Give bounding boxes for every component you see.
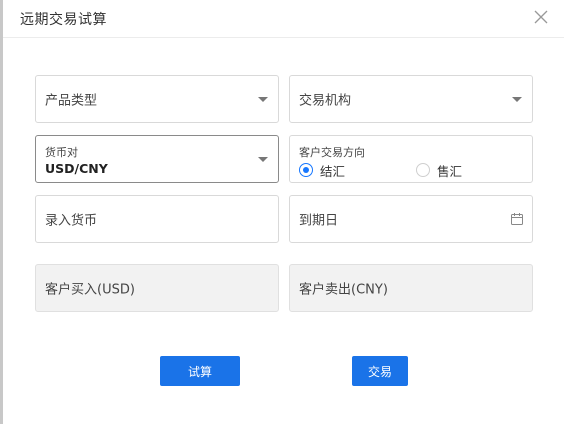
maturity-date-picker[interactable]: 到期日 xyxy=(289,195,533,243)
customer-sell-placeholder: 客户卖出(CNY) xyxy=(299,282,388,298)
radio-checked-icon xyxy=(299,163,313,177)
dialog-header: 远期交易试算 xyxy=(3,0,564,38)
trading-institution-placeholder: 交易机构 xyxy=(299,93,352,109)
customer-buy-field: 客户买入(USD) xyxy=(35,264,279,312)
radio-sale-label: 售汇 xyxy=(437,163,463,179)
close-icon[interactable] xyxy=(534,10,548,24)
chevron-down-icon xyxy=(512,97,522,102)
direction-radio-group: 客户交易方向 结汇 售汇 xyxy=(289,135,533,183)
trading-institution-select[interactable]: 交易机构 xyxy=(289,75,533,123)
customer-buy-placeholder: 客户买入(USD) xyxy=(45,282,135,298)
radio-sale[interactable]: 售汇 xyxy=(416,162,463,179)
dialog-title: 远期交易试算 xyxy=(20,12,107,28)
currency-pair-select[interactable]: 货币对 USD/CNY xyxy=(35,135,279,183)
input-currency-field[interactable]: 录入货币 xyxy=(35,195,279,243)
customer-sell-field: 客户卖出(CNY) xyxy=(289,264,533,312)
chevron-down-icon xyxy=(258,157,268,162)
radio-unchecked-icon xyxy=(416,163,430,177)
radio-settlement[interactable]: 结汇 xyxy=(299,162,346,179)
product-type-select[interactable]: 产品类型 xyxy=(35,75,279,123)
chevron-down-icon xyxy=(258,97,268,102)
currency-pair-value: USD/CNY xyxy=(45,161,108,176)
maturity-date-placeholder: 到期日 xyxy=(299,213,339,229)
radio-settlement-label: 结汇 xyxy=(320,163,346,179)
direction-label: 客户交易方向 xyxy=(299,146,365,159)
currency-pair-label: 货币对 xyxy=(45,146,78,159)
calendar-icon xyxy=(511,213,523,225)
trade-button[interactable]: 交易 xyxy=(352,356,408,386)
forward-trade-dialog: 远期交易试算 产品类型 交易机构 货币对 USD/CNY 客户交易方向 结汇 售… xyxy=(3,0,564,424)
input-currency-placeholder: 录入货币 xyxy=(45,213,98,229)
direction-options: 结汇 售汇 xyxy=(299,162,529,179)
calculate-button[interactable]: 试算 xyxy=(160,356,240,386)
product-type-placeholder: 产品类型 xyxy=(45,93,98,109)
